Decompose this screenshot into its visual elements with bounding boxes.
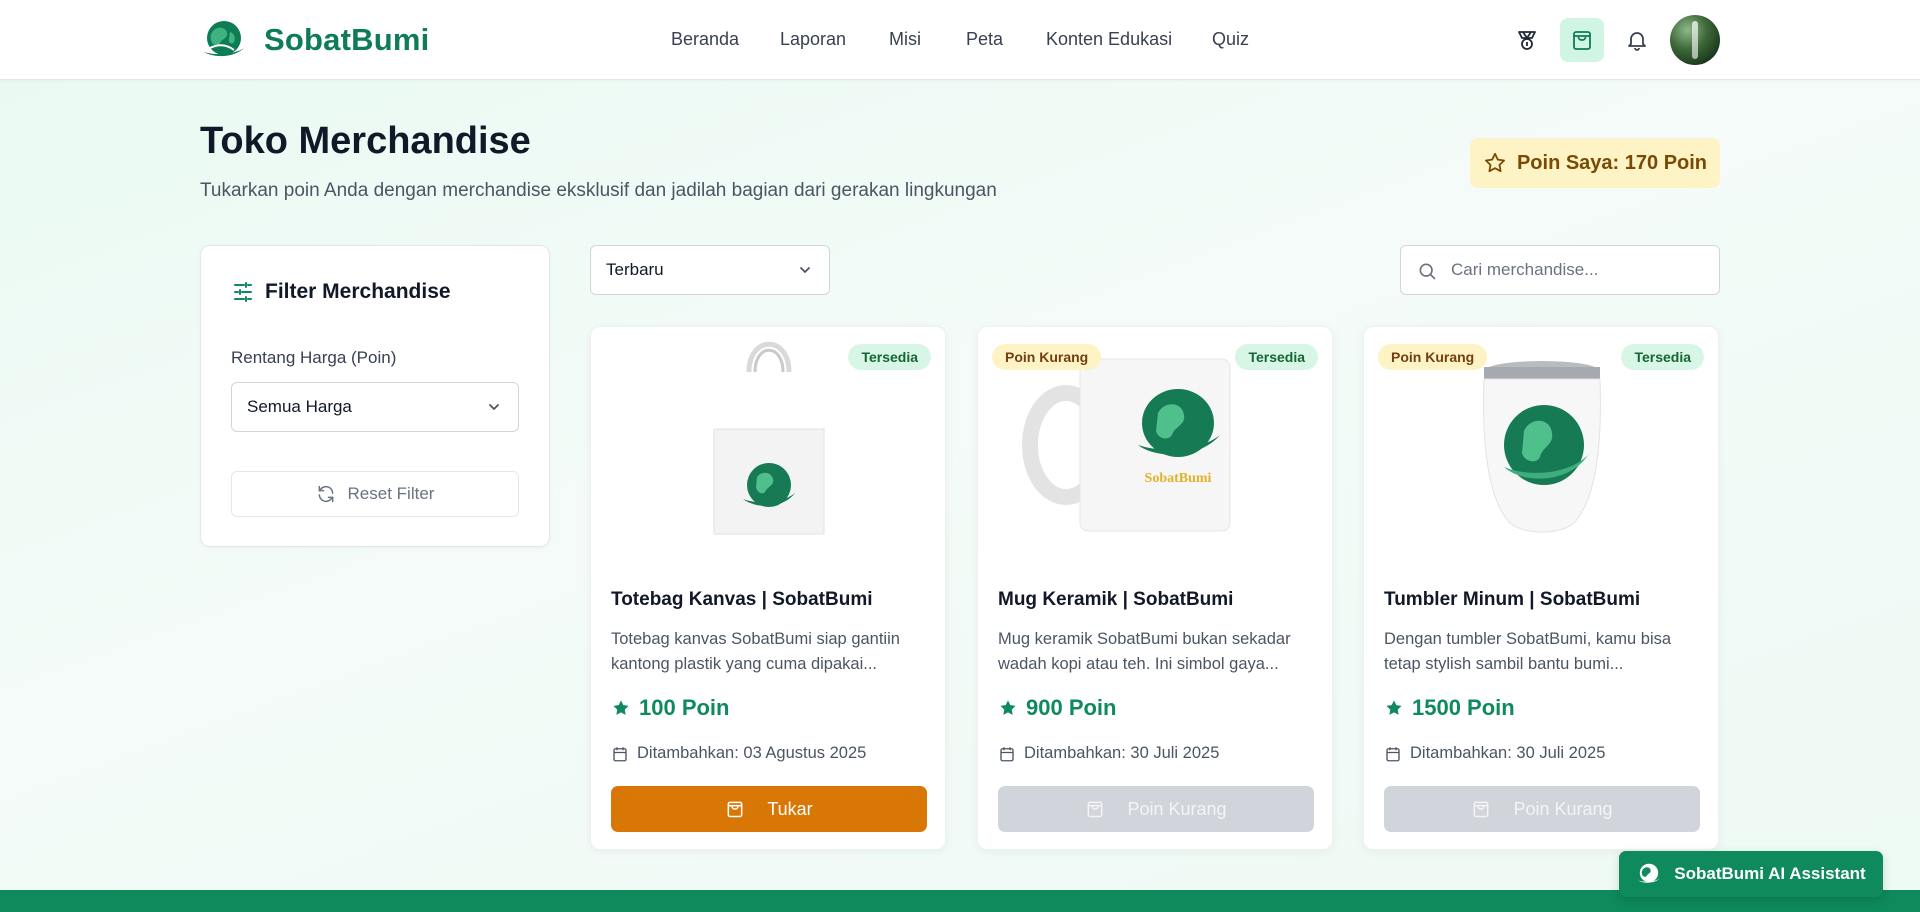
nav-beranda[interactable]: Beranda [671,29,739,50]
price-range-select[interactable]: Semua Harga [231,382,519,432]
nav-laporan[interactable]: Laporan [780,29,846,50]
star-outline-icon [1484,152,1505,173]
nav-misi[interactable]: Misi [889,29,921,50]
product-card-tumbler[interactable]: Poin Kurang Tersedia Tumbler Minum | Sob… [1363,326,1719,850]
refresh-icon [318,485,333,503]
nav-quiz[interactable]: Quiz [1212,29,1249,50]
nav-konten-edukasi[interactable]: Konten Edukasi [1046,29,1172,50]
reset-filter-button[interactable]: Reset Filter [231,471,519,517]
ai-assistant-button[interactable]: SobatBumi AI Assistant [1619,851,1883,897]
chevron-down-icon [489,404,499,410]
bell-icon [1628,32,1646,51]
insufficient-points-button[interactable]: Poin Kurang [998,786,1314,832]
product-name: Tumbler Minum | SobatBumi [1384,589,1641,610]
filter-panel: Filter Merchandise Rentang Harga (Poin) … [200,245,550,547]
search-box [1400,245,1720,295]
product-description: Dengan tumbler SobatBumi, kamu bisa teta… [1384,630,1672,673]
filter-title: Filter Merchandise [231,280,451,304]
star-icon [1386,700,1402,715]
product-name: Mug Keramik | SobatBumi [998,589,1234,610]
shop-button[interactable] [1560,18,1604,62]
notification-button[interactable] [1615,18,1659,62]
page-title: Toko Merchandise [200,120,531,162]
product-price: 100 Poin [611,695,729,721]
status-badge: Tersedia [1235,344,1318,370]
warning-badge: Poin Kurang [992,344,1102,370]
badge-icon [1518,31,1536,50]
sort-select[interactable]: Terbaru [590,245,830,295]
star-icon [1000,700,1016,715]
product-date: Ditambahkan: 03 Agustus 2025 [611,744,866,763]
points-badge: Poin Saya: 170 Poin [1470,138,1720,188]
status-badge: Tersedia [1621,344,1704,370]
product-price: 900 Poin [998,695,1116,721]
product-description: Mug keramik SobatBumi bukan sekadar wada… [998,630,1291,673]
product-date: Ditambahkan: 30 Juli 2025 [1384,744,1605,763]
product-description: Totebag kanvas SobatBumi siap gantiin ka… [611,630,900,673]
mug-brand-text: SobatBumi [1145,471,1212,486]
product-card-mug[interactable]: SobatBumi Poin Kurang Tersedia Mug Keram… [977,326,1333,850]
price-range-value: Semua Harga [247,397,352,416]
price-range-label: Rentang Harga (Poin) [231,348,397,367]
badge-button[interactable] [1505,18,1549,62]
calendar-icon [613,746,627,761]
shopping-bag-icon [1474,801,1489,818]
warning-badge: Poin Kurang [1378,344,1488,370]
earth-leaf-logo-icon [1638,863,1661,883]
sort-value: Terbaru [606,260,664,279]
chevron-down-icon [800,267,810,273]
product-card-totebag[interactable]: Tersedia Totebag Kanvas | SobatBumi Tote… [590,326,946,850]
nav-peta[interactable]: Peta [966,29,1003,50]
status-badge: Tersedia [848,344,931,370]
shopping-bag-icon [727,801,743,818]
calendar-icon [1000,746,1014,761]
shopping-bag-icon [1088,801,1103,818]
sliders-icon [234,282,252,302]
search-input[interactable] [1451,246,1711,294]
points-label: Poin Saya: 170 Poin [1516,151,1708,174]
product-name: Totebag Kanvas | SobatBumi [611,589,873,610]
calendar-icon [1386,746,1400,761]
shopping-bag-icon [1573,31,1591,50]
avatar[interactable] [1670,15,1720,65]
star-icon [613,700,629,715]
page-subtitle: Tukarkan poin Anda dengan merchandise ek… [200,180,997,201]
product-date: Ditambahkan: 30 Juli 2025 [998,744,1219,763]
redeem-button[interactable]: Tukar [611,786,927,832]
search-icon [1419,263,1436,280]
product-price: 1500 Poin [1384,695,1515,721]
top-header: SobatBumi Beranda Laporan Misi Peta Kont… [0,0,1920,80]
insufficient-points-button[interactable]: Poin Kurang [1384,786,1700,832]
